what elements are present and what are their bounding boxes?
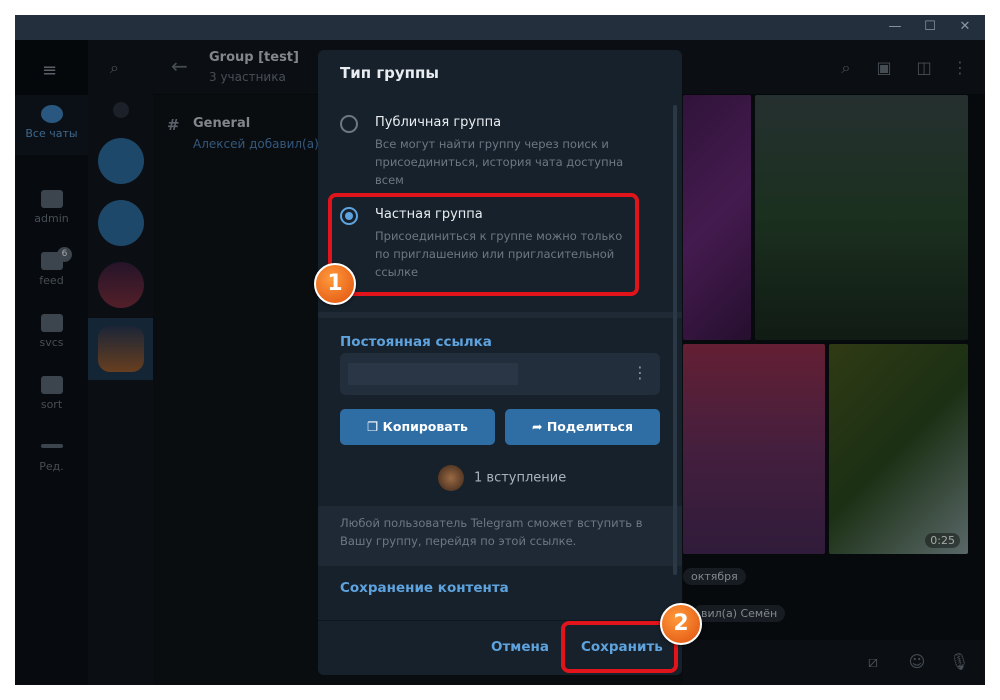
copy-icon: ❐	[367, 419, 383, 434]
link-note: Любой пользователь Telegram сможет вступ…	[318, 506, 682, 566]
permanent-link-heading: Постоянная ссылка	[340, 334, 492, 350]
close-icon[interactable]: ✕	[955, 19, 975, 35]
divider	[318, 312, 682, 318]
copy-button[interactable]: ❐ Копировать	[340, 409, 495, 445]
telegram-window: — ☐ ✕ ≡ Все чаты admin 6 feed svcs sort Р…	[15, 15, 985, 685]
step-marker-2: 2	[660, 603, 702, 645]
maximize-icon[interactable]: ☐	[920, 19, 940, 35]
minimize-icon[interactable]: —	[885, 19, 905, 35]
user-avatar	[438, 465, 464, 491]
share-icon: ➦	[532, 419, 547, 434]
radio-icon	[340, 115, 358, 133]
joins-count[interactable]: 1 вступление	[438, 465, 566, 492]
scrollbar[interactable]	[673, 105, 677, 575]
blurred-link	[348, 363, 518, 385]
more-icon[interactable]: ⋮	[632, 363, 648, 382]
group-type-dialog: Тип группы Публичная группа Все могут на…	[318, 50, 682, 675]
invite-link-field[interactable]: ⋮	[340, 353, 660, 395]
step-marker-1: 1	[314, 263, 356, 305]
dialog-title: Тип группы	[340, 64, 439, 82]
highlight-private-option	[328, 193, 639, 296]
cancel-button[interactable]: Отмена	[491, 639, 549, 655]
share-button[interactable]: ➦ Поделиться	[505, 409, 660, 445]
content-protection-heading: Сохранение контента	[340, 580, 509, 596]
title-bar: — ☐ ✕	[15, 15, 985, 40]
